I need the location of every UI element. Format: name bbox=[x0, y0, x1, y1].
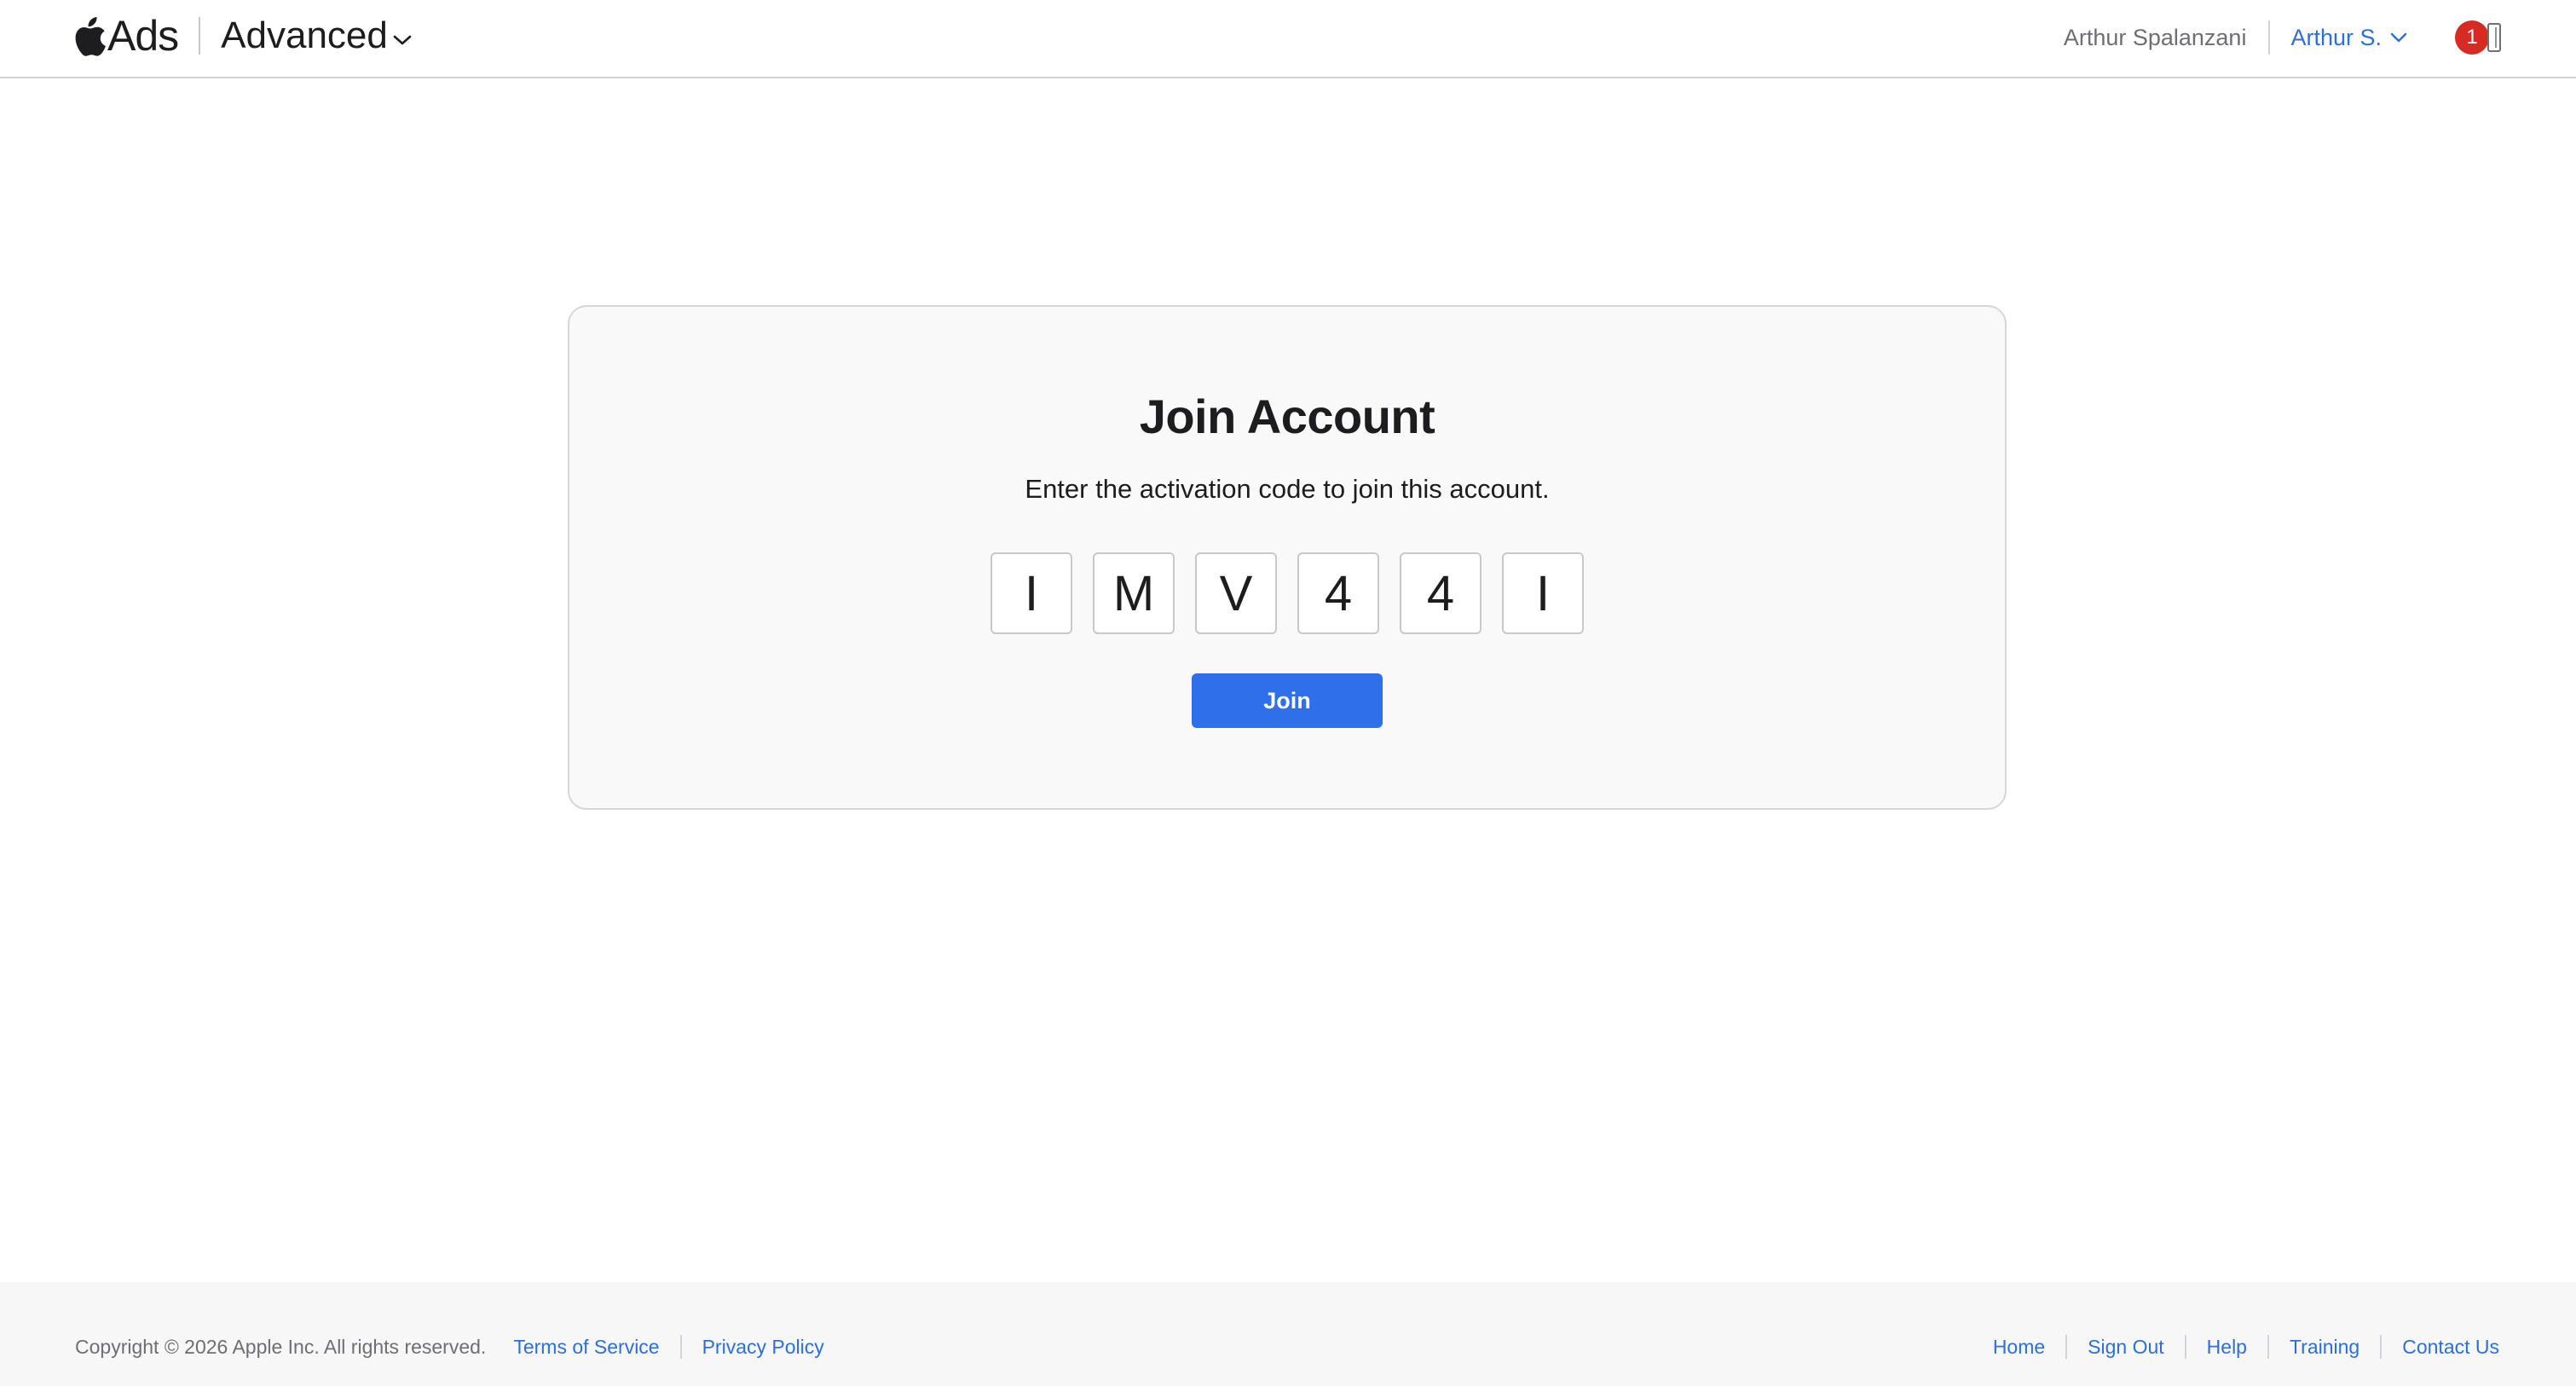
product-label: Advanced bbox=[221, 14, 388, 56]
top-navigation-bar: Ads Advanced Arthur Spalanzani Arthur S.… bbox=[0, 0, 2576, 78]
footer-sign-out-link[interactable]: Sign Out bbox=[2088, 1336, 2164, 1359]
card-subtitle: Enter the activation code to join this a… bbox=[1025, 474, 1550, 504]
code-digit-input[interactable]: M bbox=[1093, 552, 1175, 634]
footer-divider bbox=[2267, 1335, 2269, 1359]
apple-logo-icon bbox=[75, 17, 106, 56]
footer-home-link[interactable]: Home bbox=[1993, 1336, 2045, 1359]
brand-name: Ads bbox=[107, 12, 179, 60]
code-digit-input[interactable]: I bbox=[991, 552, 1072, 634]
footer-contact-us-link[interactable]: Contact Us bbox=[2402, 1336, 2499, 1359]
activation-code-input: I M V 4 4 I bbox=[569, 552, 2005, 634]
header-divider bbox=[2268, 20, 2271, 55]
org-name: Arthur Spalanzani bbox=[2063, 24, 2247, 50]
footer-divider bbox=[679, 1335, 682, 1359]
footer-help-link[interactable]: Help bbox=[2207, 1336, 2247, 1359]
page-title: Join Account bbox=[1139, 390, 1435, 443]
footer-divider bbox=[2184, 1335, 2186, 1359]
join-account-card: Join Account Enter the activation code t… bbox=[568, 305, 2007, 810]
notifications-button[interactable]: 1 bbox=[2455, 20, 2503, 55]
code-digit-input[interactable]: V bbox=[1195, 552, 1277, 634]
footer-divider bbox=[2065, 1335, 2068, 1359]
user-menu-label: Arthur S. bbox=[2290, 24, 2382, 50]
brand-divider bbox=[199, 17, 201, 55]
footer-divider bbox=[2380, 1335, 2383, 1359]
header-account-area: Arthur Spalanzani Arthur S. 1 bbox=[2064, 15, 2503, 60]
footer: Copyright © 2026 Apple Inc. All rights r… bbox=[0, 1282, 2576, 1386]
join-button[interactable]: Join bbox=[1192, 673, 1383, 728]
notifications-icon bbox=[2487, 23, 2501, 52]
footer-legal: Copyright © 2026 Apple Inc. All rights r… bbox=[75, 1335, 824, 1359]
chevron-down-icon bbox=[393, 35, 412, 45]
product-switcher[interactable]: Advanced bbox=[221, 17, 412, 55]
footer-training-link[interactable]: Training bbox=[2290, 1336, 2359, 1359]
user-menu[interactable]: Arthur S. bbox=[2290, 25, 2407, 51]
privacy-policy-link[interactable]: Privacy Policy bbox=[702, 1336, 824, 1359]
footer-nav: Home Sign Out Help Training Contact Us bbox=[1993, 1335, 2499, 1359]
copyright-text: Copyright © 2026 Apple Inc. All rights r… bbox=[75, 1335, 487, 1358]
terms-of-service-link[interactable]: Terms of Service bbox=[513, 1336, 659, 1359]
notification-badge: 1 bbox=[2455, 20, 2489, 55]
code-digit-input[interactable]: 4 bbox=[1400, 552, 1481, 634]
code-digit-input[interactable]: 4 bbox=[1297, 552, 1379, 634]
brand[interactable]: Ads Advanced bbox=[73, 10, 412, 61]
chevron-down-icon bbox=[2390, 32, 2407, 43]
code-digit-input[interactable]: I bbox=[1502, 552, 1584, 634]
